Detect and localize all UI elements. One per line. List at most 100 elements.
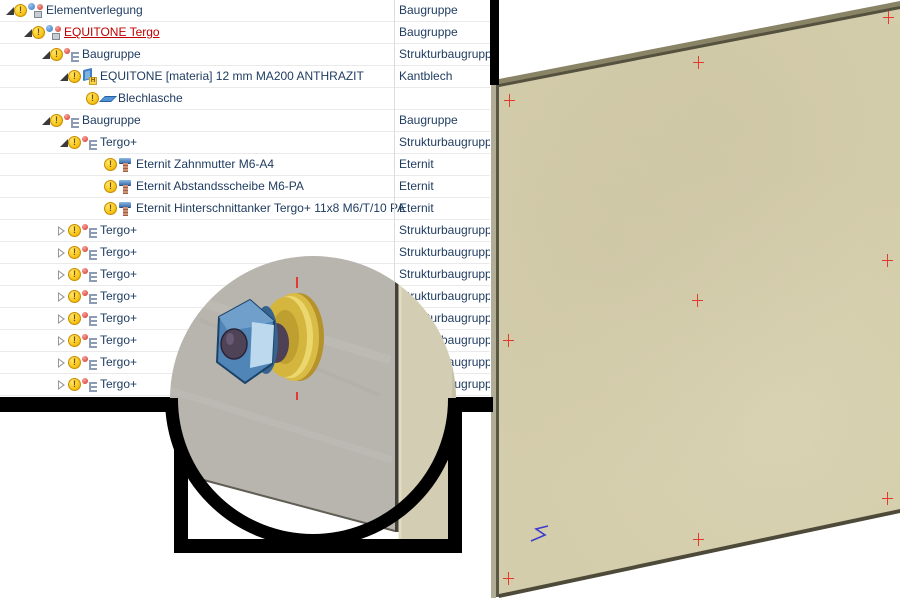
tree-right-border [490,0,499,85]
structure-group-icon [64,47,80,63]
tree-node-label[interactable]: Tergo+ [100,220,137,241]
tree-node-label[interactable]: Eternit Hinterschnittanker Tergo+ 11x8 M… [136,198,405,219]
structure-group-icon [82,377,98,393]
tree-node-label[interactable]: Tergo+ [100,308,137,329]
warning-icon [50,114,63,127]
tree-node-type: Eternit [399,179,434,193]
tree-row[interactable]: Baugruppe Strukturbaugruppe [0,44,490,66]
tree-row[interactable]: Elementverlegung Baugruppe [0,0,490,22]
magnifier-circle [170,256,456,542]
structure-group-icon [82,267,98,283]
expand-collapse-triangle-collapsed[interactable] [58,314,66,324]
tree-node-type: Eternit [399,157,434,171]
tree-node-label[interactable]: Baugruppe [82,110,141,131]
tree-node-label[interactable]: Tergo+ [100,242,137,263]
tree-node-label[interactable]: EQUITONE Tergo [64,22,160,43]
expand-collapse-triangle-collapsed[interactable] [58,292,66,302]
warning-icon [68,378,81,391]
warning-icon [86,92,99,105]
tree-row[interactable]: Baugruppe Baugruppe [0,110,490,132]
fastener-position-marker[interactable] [881,253,893,267]
tree-node-label[interactable]: Tergo+ [100,374,137,395]
fastener-part-icon [118,201,134,217]
tree-node-label[interactable]: EQUITONE [materia] 12 mm MA200 ANTHRAZIT [100,66,364,87]
expand-collapse-triangle-expanded[interactable] [42,117,50,125]
sheet-metal-part-icon: H [82,67,98,85]
warning-icon [32,26,45,39]
tree-row[interactable]: Tergo+ Strukturbaugruppe [0,220,490,242]
fastener-position-marker[interactable] [502,571,514,585]
tree-node-type: Baugruppe [399,113,458,127]
expand-collapse-triangle-expanded[interactable] [24,29,32,37]
warning-icon [104,180,117,193]
structure-group-icon [82,333,98,349]
expand-collapse-triangle-collapsed[interactable] [58,226,66,236]
assembly-icon [46,25,62,41]
tree-node-label[interactable]: Tergo+ [100,352,137,373]
structure-group-icon [82,135,98,151]
tree-node-label[interactable]: Eternit Zahnmutter M6-A4 [136,154,274,175]
tree-row[interactable]: Tergo+ Strukturbaugruppe [0,132,490,154]
tree-row[interactable]: HEQUITONE [materia] 12 mm MA200 ANTHRAZI… [0,66,490,88]
expand-collapse-triangle-collapsed[interactable] [58,358,66,368]
tree-node-label[interactable]: Tergo+ [100,286,137,307]
tree-row[interactable]: EQUITONE Tergo Baugruppe [0,22,490,44]
assembly-icon [28,3,44,19]
app-window: ElementverlegungBaugruppeEQUITONE TergoB… [0,0,900,600]
warning-icon [50,48,63,61]
tree-node-label[interactable]: Tergo+ [100,330,137,351]
fastener-position-marker[interactable] [692,55,704,69]
3d-viewport[interactable] [490,0,900,600]
structure-group-icon [82,311,98,327]
fastener-part-icon [118,179,134,195]
tree-row[interactable]: Eternit Abstandsscheibe M6-PA Eternit [0,176,490,198]
fastener-position-marker[interactable] [503,93,515,107]
structure-group-icon [82,289,98,305]
expand-collapse-triangle-expanded[interactable] [42,51,50,59]
warning-icon [68,356,81,369]
expand-collapse-triangle-expanded[interactable] [60,139,68,147]
fastener-position-marker[interactable] [881,491,893,505]
warning-icon [68,246,81,259]
fastener-position-marker[interactable] [502,333,514,347]
tree-node-type: Strukturbaugruppe [399,223,490,237]
warning-icon [68,136,81,149]
tree-node-type: Baugruppe [399,3,458,17]
flat-pattern-icon [99,91,117,107]
fastener-position-marker[interactable] [691,293,703,307]
expand-collapse-triangle-collapsed[interactable] [58,270,66,280]
tree-node-type: Baugruppe [399,25,458,39]
warning-icon [68,290,81,303]
tree-node-label[interactable]: Blechlasche [118,88,183,109]
warning-icon [14,4,27,17]
warning-icon [68,312,81,325]
structure-group-icon [82,223,98,239]
warning-icon [68,224,81,237]
fastener-position-marker[interactable] [692,532,704,546]
tree-row[interactable]: Eternit Hinterschnittanker Tergo+ 11x8 M… [0,198,490,220]
tree-node-type: Strukturbaugruppe [399,47,490,61]
tree-row[interactable]: Blechlasche [0,88,490,110]
panel-left-edge-shadow [496,85,499,597]
expand-collapse-triangle-expanded[interactable] [60,73,68,81]
expand-collapse-triangle-collapsed[interactable] [58,380,66,390]
expand-collapse-triangle-expanded[interactable] [6,7,14,15]
structure-group-icon [82,355,98,371]
expand-collapse-triangle-collapsed[interactable] [58,248,66,258]
tree-node-label[interactable]: Elementverlegung [46,0,143,21]
tree-row[interactable]: Eternit Zahnmutter M6-A4 Eternit [0,154,490,176]
tree-node-type: Strukturbaugruppe [399,135,490,149]
warning-icon [68,70,81,83]
tree-node-label[interactable]: Tergo+ [100,264,137,285]
sketch-symbol [530,525,549,542]
tree-node-label[interactable]: Tergo+ [100,132,137,153]
tree-node-label[interactable]: Eternit Abstandsscheibe M6-PA [136,176,304,197]
tree-node-type: Eternit [399,201,434,215]
tree-node-label[interactable]: Baugruppe [82,44,141,65]
expand-collapse-triangle-collapsed[interactable] [58,336,66,346]
fastener-position-marker[interactable] [882,10,894,24]
fastener-part-icon [118,157,134,173]
warning-icon [68,268,81,281]
tree-node-type: Kantblech [399,69,453,83]
warning-icon [68,334,81,347]
